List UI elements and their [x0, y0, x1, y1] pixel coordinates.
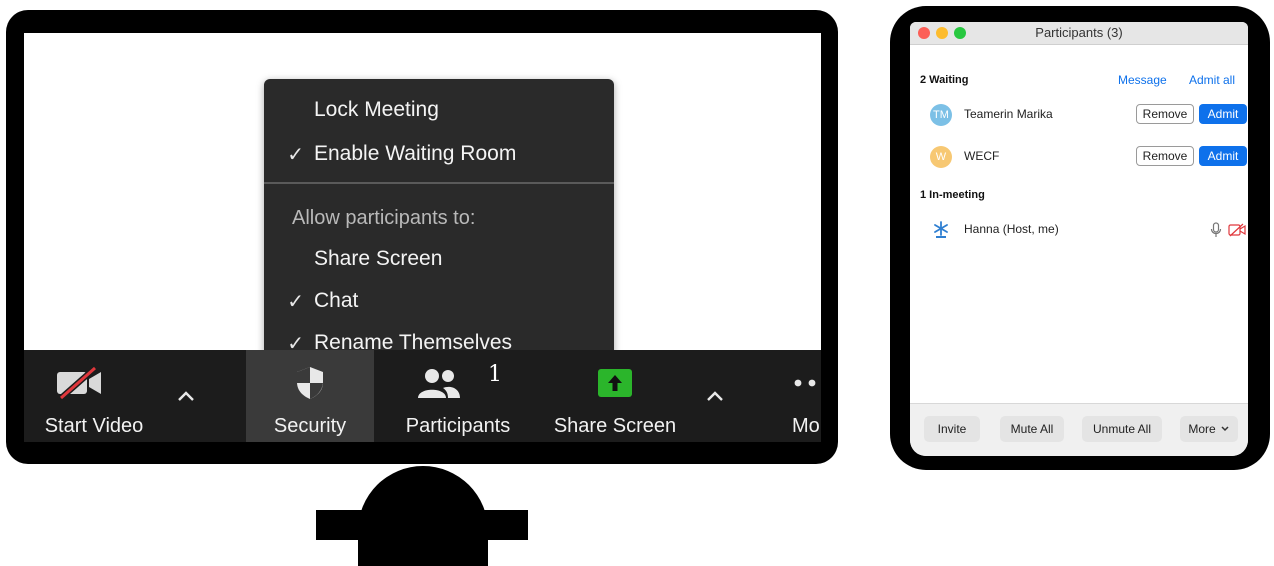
- more-label: More: [792, 415, 821, 437]
- menu-item-share-screen[interactable]: Share Screen: [264, 244, 614, 274]
- admit-button[interactable]: Admit: [1199, 104, 1247, 124]
- remove-button[interactable]: Remove: [1136, 146, 1194, 166]
- participant-name: Hanna (Host, me): [964, 222, 1059, 236]
- menu-item-enable-waiting-room[interactable]: ✓ Enable Waiting Room: [264, 139, 614, 169]
- video-options-caret[interactable]: [175, 386, 197, 408]
- chevron-up-icon: [707, 391, 723, 401]
- share-screen-button[interactable]: Share Screen: [540, 350, 690, 442]
- waiting-participant-row: W WECF Remove Admit: [910, 142, 1248, 172]
- in-meeting-heading: 1 In-meeting: [920, 189, 985, 201]
- unmute-all-button[interactable]: Unmute All: [1082, 416, 1162, 442]
- participant-name: Teamerin Marika: [964, 107, 1053, 121]
- meeting-toolbar: Start Video Security 1 Participants Shar…: [24, 350, 821, 442]
- chevron-down-icon: [1221, 426, 1229, 432]
- tablet-device: Participants (3) 2 Waiting Message Admit…: [890, 6, 1270, 470]
- monitor: Lock Meeting ✓ Enable Waiting Room Allow…: [6, 10, 838, 464]
- security-menu: Lock Meeting ✓ Enable Waiting Room Allow…: [264, 79, 614, 369]
- more-dots-icon: [772, 366, 821, 400]
- video-off-icon: [24, 366, 136, 400]
- participants-footer: Invite Mute All Unmute All More: [910, 403, 1248, 456]
- security-label: Security: [273, 415, 347, 437]
- participants-count-badge: 1: [488, 362, 502, 387]
- window-title: Participants (3): [1035, 25, 1123, 40]
- participants-icon: [376, 366, 500, 400]
- more-dropdown-button[interactable]: More: [1180, 416, 1238, 442]
- participant-name: WECF: [964, 149, 1000, 163]
- avatar: W: [930, 146, 952, 168]
- shield-icon: [246, 366, 374, 400]
- menu-item-label: Chat: [314, 289, 359, 312]
- check-icon: ✓: [287, 290, 304, 313]
- admit-all-link[interactable]: Admit all: [1189, 73, 1235, 87]
- participants-label: Participants: [405, 415, 511, 437]
- menu-item-lock-meeting[interactable]: Lock Meeting: [264, 95, 614, 125]
- participants-window: Participants (3) 2 Waiting Message Admit…: [910, 22, 1248, 456]
- allow-participants-heading: Allow participants to:: [292, 207, 476, 229]
- check-icon: ✓: [287, 143, 304, 166]
- microphone-icon[interactable]: [1210, 222, 1222, 243]
- start-video-button[interactable]: Start Video: [24, 350, 164, 442]
- monitor-stand-base: [316, 510, 528, 540]
- message-link[interactable]: Message: [1118, 73, 1167, 87]
- share-screen-label: Share Screen: [553, 415, 677, 437]
- meeting-screen: Lock Meeting ✓ Enable Waiting Room Allow…: [24, 33, 821, 442]
- security-button[interactable]: Security: [246, 350, 374, 442]
- in-meeting-participant-row[interactable]: Hanna (Host, me): [910, 215, 1248, 245]
- mute-all-button[interactable]: Mute All: [1000, 416, 1064, 442]
- menu-item-label: Enable Waiting Room: [314, 142, 517, 165]
- menu-item-label: Lock Meeting: [314, 98, 439, 121]
- window-titlebar: Participants (3): [910, 22, 1248, 45]
- share-screen-icon: [540, 366, 690, 400]
- menu-item-label: Share Screen: [314, 247, 443, 270]
- more-button[interactable]: More: [772, 350, 821, 442]
- snowflake-icon: [930, 219, 952, 241]
- avatar: TM: [930, 104, 952, 126]
- remove-button[interactable]: Remove: [1136, 104, 1194, 124]
- menu-divider: [264, 182, 614, 184]
- participants-button[interactable]: 1 Participants: [376, 350, 540, 442]
- share-options-caret[interactable]: [704, 386, 726, 408]
- video-off-icon[interactable]: [1228, 223, 1246, 242]
- admit-button[interactable]: Admit: [1199, 146, 1247, 166]
- invite-button[interactable]: Invite: [924, 416, 980, 442]
- waiting-participant-row: TM Teamerin Marika Remove Admit: [910, 100, 1248, 130]
- menu-item-chat[interactable]: ✓ Chat: [264, 286, 614, 316]
- chevron-up-icon: [178, 391, 194, 401]
- waiting-heading: 2 Waiting: [920, 74, 969, 86]
- start-video-label: Start Video: [44, 415, 144, 437]
- more-label: More: [1188, 422, 1216, 436]
